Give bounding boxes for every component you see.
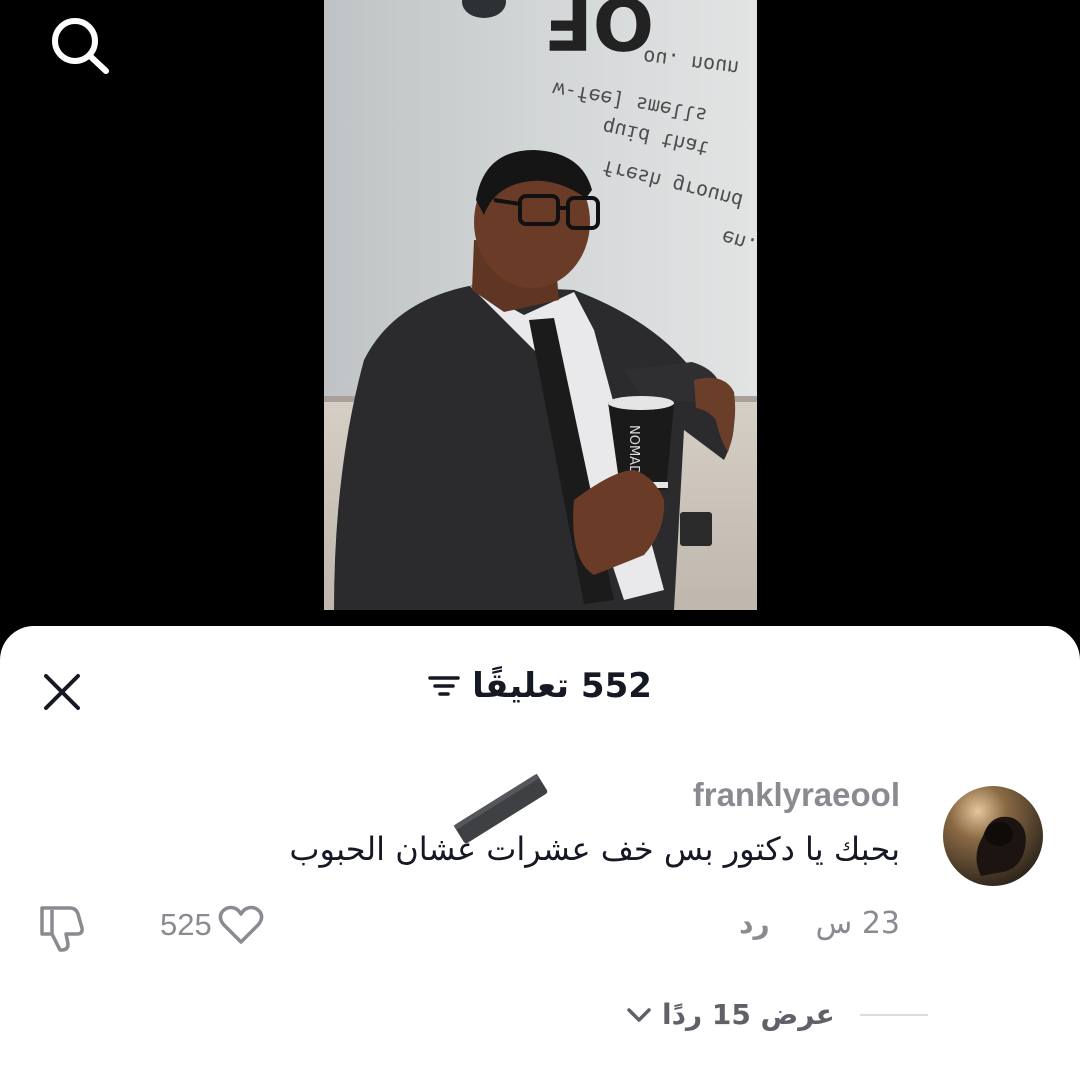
like-count: 525 (160, 907, 212, 942)
chevron-down-icon (627, 1007, 651, 1022)
avatar[interactable] (943, 786, 1043, 886)
search-icon (52, 18, 109, 74)
video-player[interactable]: OF ou. noun w-fee] smells quid that fres… (0, 0, 1080, 640)
view-replies-label: عرض 15 ردًا (662, 998, 835, 1031)
comments-sheet: 552 تعليقًا franklyraeool بحبك يا دكتور … (0, 626, 1080, 1074)
comment-count-label: تعليقًا (472, 666, 570, 706)
comment-count: 552 (580, 666, 652, 706)
comments-title: 552 تعليقًا (472, 666, 652, 706)
search-button[interactable] (46, 14, 112, 74)
heart-icon (218, 905, 264, 944)
video-still: OF ou. noun w-fee] smells quid that fres… (324, 0, 757, 610)
dislike-button[interactable] (36, 902, 90, 954)
comments-header: 552 تعليقًا (0, 666, 1080, 706)
comment-meta: 23 س رد (739, 906, 900, 941)
svg-text:NOMAD: NOMAD (626, 425, 641, 475)
comment-timestamp: 23 س (815, 906, 900, 941)
like-button[interactable]: 525 (160, 904, 264, 946)
replies-divider (860, 1014, 928, 1016)
bandage-sticker (453, 773, 548, 844)
comment-text: بحبك يا دكتور بس خف عشرات عشان الحبوب (289, 830, 900, 868)
filter-icon[interactable] (428, 672, 460, 700)
reply-button[interactable]: رد (739, 907, 770, 940)
view-replies-button[interactable]: عرض 15 ردًا (626, 998, 835, 1031)
thumbs-down-icon (40, 906, 84, 952)
video-frame[interactable]: OF ou. noun w-fee] smells quid that fres… (324, 0, 757, 610)
comment-username[interactable]: franklyraeool (693, 776, 900, 814)
svg-text:OF: OF (544, 0, 654, 65)
